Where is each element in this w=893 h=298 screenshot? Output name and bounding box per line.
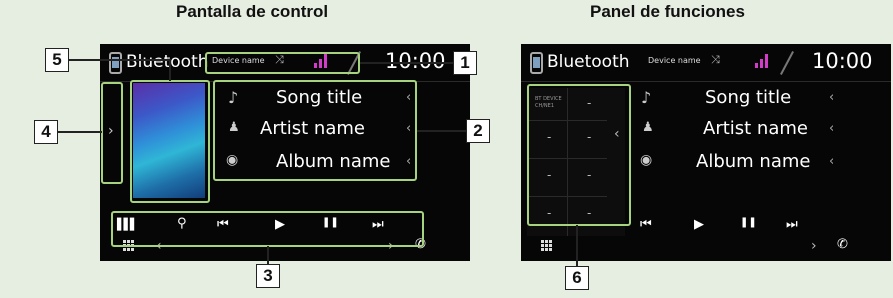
album-name: Album name: [696, 151, 811, 172]
right-panel-title: Panel de funciones: [590, 2, 745, 21]
chevron-right-icon[interactable]: ›: [811, 238, 817, 254]
chevron-icon[interactable]: ‹: [829, 154, 834, 169]
source-label[interactable]: Bluetooth: [126, 52, 209, 72]
shuffle-icon: ⤨: [711, 53, 720, 66]
callout-4: 4: [34, 120, 58, 144]
next-button[interactable]: ⏭: [786, 217, 798, 232]
callout-3: 3: [256, 264, 280, 288]
header-divider: [780, 51, 794, 75]
bluetooth-device-icon[interactable]: [530, 52, 543, 74]
header-line: [521, 81, 891, 82]
artist-name: Artist name: [703, 118, 808, 139]
callout-1: 1: [453, 51, 477, 75]
left-panel-title: Pantalla de control: [176, 2, 329, 21]
frame-6: [527, 84, 631, 226]
previous-button[interactable]: ⏮: [640, 217, 652, 232]
pause-button[interactable]: ❚❚: [740, 217, 757, 228]
disc-icon: ◉: [640, 152, 653, 168]
function-panel-chevron-icon[interactable]: ›: [108, 123, 114, 139]
song-title: Song title: [705, 87, 792, 108]
chevron-icon[interactable]: ‹: [829, 90, 834, 105]
frame-3: [111, 211, 424, 247]
chevron-icon[interactable]: ‹: [829, 121, 834, 136]
person-icon: ♟: [642, 120, 654, 135]
frame-1: [205, 52, 360, 74]
callout-5: 5: [45, 48, 69, 72]
frame-2: [213, 80, 417, 181]
grid-icon[interactable]: [541, 240, 553, 252]
clock: 10:00: [385, 49, 446, 73]
callout-2: 2: [466, 119, 490, 143]
phone-icon[interactable]: ✆: [837, 237, 848, 252]
note-icon: ♪: [641, 88, 652, 107]
clock: 10:00: [812, 49, 873, 73]
play-button[interactable]: ▶: [694, 217, 704, 232]
callout-6: 6: [565, 266, 589, 290]
signal-icon: [755, 52, 773, 68]
device-name: Device name: [648, 56, 701, 65]
frame-5: [130, 80, 210, 203]
source-label[interactable]: Bluetooth: [547, 52, 630, 72]
bluetooth-device-icon[interactable]: [109, 52, 122, 74]
